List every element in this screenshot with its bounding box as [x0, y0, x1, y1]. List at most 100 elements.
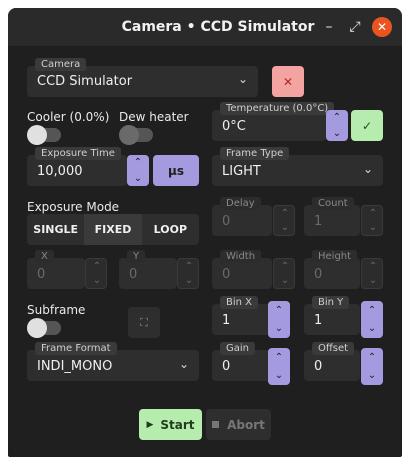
cooler-label: Cooler (0.0%) [27, 110, 110, 124]
close-icon[interactable]: ✕ [372, 17, 392, 37]
x-value: 0 [37, 267, 46, 282]
y-value: 0 [129, 267, 138, 282]
chevron-up-icon[interactable]: ⌃ [127, 155, 149, 171]
subframe-label: Subframe [27, 303, 86, 317]
gain-label: Gain [220, 342, 255, 355]
chevron-up-icon[interactable]: ⌃ [268, 348, 290, 367]
dew-heater-label: Dew heater [119, 110, 189, 124]
chevron-down-icon[interactable]: ⌄ [127, 171, 149, 187]
count-stepper: ⌃ ⌄ [361, 205, 383, 236]
exposure-time-stepper[interactable]: ⌃ ⌄ [127, 155, 149, 186]
subframe-toggle[interactable] [27, 318, 61, 338]
bin-x-stepper[interactable]: ⌃ ⌄ [268, 301, 290, 338]
abort-label: Abort [227, 417, 265, 432]
exposure-time-label: Exposure Time [35, 147, 121, 160]
height-value: 0 [314, 267, 323, 282]
offset-value: 0 [314, 359, 323, 374]
bin-y-field[interactable]: Bin Y 1 [304, 296, 360, 335]
bin-x-label: Bin X [220, 296, 259, 309]
offset-label: Offset [312, 342, 355, 355]
frame-type-select[interactable]: Frame Type LIGHT ⌄ [212, 147, 383, 186]
height-field: Height 0 [304, 250, 360, 289]
minimize-icon[interactable]: – [319, 17, 339, 37]
exposure-unit-button[interactable]: µs [153, 155, 199, 186]
chevron-up-icon[interactable]: ⌃ [361, 301, 383, 320]
chevron-down-icon[interactable]: ⌄ [268, 367, 290, 386]
chevron-down-icon: ⌄ [362, 162, 373, 176]
chevron-down-icon: ⌄ [368, 222, 378, 234]
exposure-time-field[interactable]: Exposure Time 10,000 [27, 147, 127, 186]
exposure-mode-label: Exposure Mode [27, 200, 120, 214]
exposure-mode-fixed[interactable]: FIXED [84, 214, 142, 245]
height-stepper: ⌃ ⌄ [361, 258, 383, 289]
chevron-up-icon[interactable]: ⌃ [268, 301, 290, 320]
frame-type-value: LIGHT [222, 164, 261, 179]
exposure-mode-segmented: SINGLE FIXED LOOP [27, 214, 199, 245]
apply-temperature-button[interactable]: ✓ [351, 110, 383, 141]
toggle-knob [27, 125, 47, 145]
width-label: Width [220, 250, 262, 263]
chevron-up-icon: ⌃ [368, 207, 378, 219]
chevron-up-icon[interactable]: ⌃ [326, 110, 348, 126]
chevron-up-icon: ⌃ [280, 260, 290, 272]
offset-stepper[interactable]: ⌃ ⌄ [361, 348, 383, 385]
stop-icon [212, 421, 220, 428]
count-label: Count [312, 197, 354, 210]
delay-field: Delay 0 [212, 197, 272, 236]
delay-value: 0 [222, 214, 231, 229]
width-stepper: ⌃ ⌄ [273, 258, 295, 289]
start-label: Start [160, 417, 195, 432]
temperature-value: 0°C [222, 119, 246, 134]
frame-format-label: Frame Format [35, 342, 117, 355]
camera-window: Camera • CCD Simulator – ⤢ ✕ Camera CCD … [8, 8, 402, 457]
toggle-knob [27, 318, 47, 338]
exposure-time-value: 10,000 [37, 164, 83, 179]
frame-format-value: INDI_MONO [37, 359, 113, 374]
width-value: 0 [222, 267, 231, 282]
maximize-icon[interactable]: ⤢ [345, 17, 365, 37]
width-field: Width 0 [212, 250, 272, 289]
chevron-down-icon[interactable]: ⌄ [361, 320, 383, 339]
exposure-mode-loop[interactable]: LOOP [142, 214, 199, 245]
camera-select-label: Camera [35, 58, 87, 71]
camera-select-value: CCD Simulator [37, 74, 133, 89]
x-label: X [35, 250, 54, 263]
chevron-down-icon[interactable]: ⌄ [268, 320, 290, 339]
y-field: Y 0 [119, 250, 177, 289]
bin-x-value: 1 [222, 313, 231, 328]
start-button[interactable]: ▶ Start [139, 409, 202, 440]
bin-x-field[interactable]: Bin X 1 [212, 296, 272, 335]
y-stepper: ⌃ ⌄ [177, 258, 199, 289]
y-label: Y [127, 250, 146, 263]
play-icon: ▶ [146, 419, 154, 430]
temperature-stepper[interactable]: ⌃ ⌄ [326, 110, 348, 141]
reset-subframe-button[interactable]: ⛶ [128, 307, 160, 338]
temperature-field[interactable]: Temperature (0.0°C) 0°C [212, 102, 335, 141]
chevron-up-icon: ⌃ [368, 260, 378, 272]
remove-camera-button[interactable]: ✕ [272, 66, 304, 97]
chevron-down-icon[interactable]: ⌄ [361, 367, 383, 386]
cooler-toggle[interactable] [27, 125, 61, 145]
exposure-mode-single[interactable]: SINGLE [27, 214, 84, 245]
gain-stepper[interactable]: ⌃ ⌄ [268, 348, 290, 385]
exposure-unit-label: µs [168, 163, 184, 178]
gain-field[interactable]: Gain 0 [212, 342, 272, 381]
x-field: X 0 [27, 250, 85, 289]
count-value: 1 [314, 214, 323, 229]
chevron-up-icon: ⌃ [184, 260, 194, 272]
chevron-down-icon[interactable]: ⌄ [326, 126, 348, 142]
x-stepper: ⌃ ⌄ [85, 258, 107, 289]
chevron-down-icon: ⌄ [280, 275, 290, 287]
toggle-knob [119, 125, 139, 145]
bin-y-stepper[interactable]: ⌃ ⌄ [361, 301, 383, 338]
height-label: Height [312, 250, 358, 263]
chevron-up-icon[interactable]: ⌃ [361, 348, 383, 367]
frame-type-label: Frame Type [220, 147, 290, 160]
offset-field[interactable]: Offset 0 [304, 342, 360, 381]
frame-format-select[interactable]: Frame Format INDI_MONO ⌄ [27, 342, 199, 381]
bin-y-value: 1 [314, 313, 323, 328]
dew-heater-toggle[interactable] [119, 125, 153, 145]
fullscreen-icon: ⛶ [140, 315, 148, 329]
delay-stepper: ⌃ ⌄ [273, 205, 295, 236]
camera-select[interactable]: Camera CCD Simulator ⌄ [27, 58, 258, 97]
